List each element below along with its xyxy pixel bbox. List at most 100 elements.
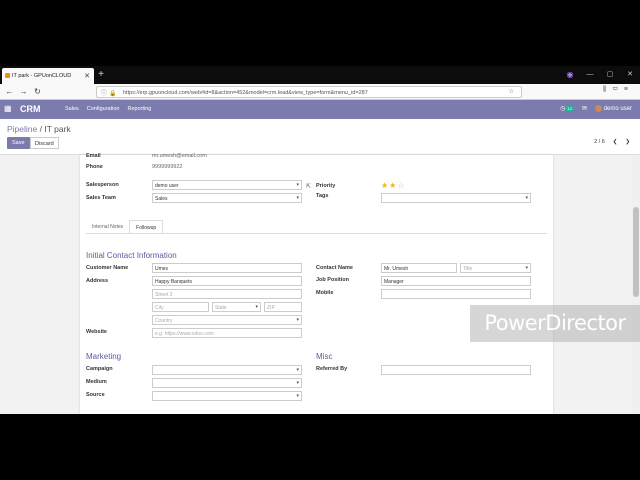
user-menu[interactable]: demo user xyxy=(594,105,632,113)
tab-followup[interactable]: Followup xyxy=(129,220,164,234)
bookmark-star-icon[interactable]: ☆ xyxy=(509,88,517,95)
city-input[interactable]: City xyxy=(152,302,209,312)
sales-team-label: Sales Team xyxy=(86,195,116,201)
new-tab-icon[interactable]: + xyxy=(96,69,106,81)
forward-icon[interactable]: → xyxy=(18,86,29,97)
browser-menu-icons[interactable]: ⫼▭≡ xyxy=(603,86,634,94)
browser-navbar: ← → ↻ ⓘ🔒 https://erp.gpuoncloud.com/web#… xyxy=(0,84,640,100)
chevron-down-icon: ▾ xyxy=(296,182,299,188)
reload-icon[interactable]: ↻ xyxy=(32,86,43,97)
window-controls: ◉ — ▢ ✕ xyxy=(560,66,640,84)
campaign-label: Campaign xyxy=(86,366,113,372)
chevron-down-icon: ▾ xyxy=(296,380,299,386)
email-value[interactable]: mr.umesh@email.com xyxy=(152,153,207,159)
app-brand[interactable]: CRM xyxy=(20,104,41,114)
powerdirector-watermark: PowerDirector xyxy=(470,305,640,342)
country-select[interactable]: Country ▾ xyxy=(152,315,302,325)
back-icon[interactable]: ← xyxy=(4,86,15,97)
salesperson-field[interactable]: demo user ▾ xyxy=(152,180,302,190)
country-placeholder: Country xyxy=(155,318,173,324)
source-select[interactable]: ▾ xyxy=(152,391,302,401)
salesperson-value: demo user xyxy=(155,183,179,189)
address-label: Address xyxy=(86,278,109,284)
campaign-select[interactable]: ▾ xyxy=(152,365,302,375)
apps-grid-icon[interactable]: ▦ xyxy=(4,104,12,113)
form-area: Email mr.umesh@email.com Phone 999999992… xyxy=(0,153,640,414)
sales-team-field[interactable]: Sales ▾ xyxy=(152,193,302,203)
page-scrollbar[interactable] xyxy=(632,155,640,414)
chat-icon[interactable]: ✉ xyxy=(582,105,587,112)
lock-icon: ⓘ🔒 xyxy=(101,91,119,97)
prev-icon[interactable]: ❮ xyxy=(613,139,618,145)
browser-tabbar: IT park - GPUonCLOUD ✕ + ◉ — ▢ ✕ xyxy=(0,66,640,84)
next-icon[interactable]: ❯ xyxy=(625,139,630,145)
salesperson-label: Salesperson xyxy=(86,182,119,188)
star-icon[interactable]: ★ xyxy=(381,181,389,190)
external-link-icon[interactable]: ⇱ xyxy=(306,183,311,190)
tags-field[interactable]: ▾ xyxy=(381,193,531,203)
chat-badge: 12 xyxy=(565,106,574,112)
medium-select[interactable]: ▾ xyxy=(152,378,302,388)
topbar-right: ◷ 12 ✉ demo user xyxy=(560,105,632,112)
street2-input[interactable]: Street 2 xyxy=(152,289,302,299)
breadcrumb-current: IT park xyxy=(44,124,71,134)
website-input[interactable]: e.g. https://www.odoo.com xyxy=(152,328,302,338)
job-position-input[interactable]: Manager xyxy=(381,276,531,286)
phone-value[interactable]: 9999999922 xyxy=(152,164,183,170)
activity-icon[interactable]: ◷ 12 xyxy=(560,105,574,112)
priority-stars[interactable]: ★★☆ xyxy=(381,181,406,190)
email-label: Email xyxy=(86,153,101,159)
medium-label: Medium xyxy=(86,379,107,385)
private-browsing-icon: ◉ xyxy=(566,70,574,79)
zip-input[interactable]: ZIP xyxy=(264,302,302,312)
mobile-input[interactable] xyxy=(381,289,531,299)
menu-configuration[interactable]: Configuration xyxy=(87,106,120,112)
state-select[interactable]: State ▾ xyxy=(212,302,261,312)
contact-name-label: Contact Name xyxy=(316,265,353,271)
user-name: demo user xyxy=(603,106,632,113)
customer-name-input[interactable]: Umes xyxy=(152,263,302,273)
breadcrumb-separator: / xyxy=(39,124,42,134)
minimize-icon[interactable]: — xyxy=(580,66,600,84)
street-input[interactable]: Happy Banquets xyxy=(152,276,302,286)
phone-label: Phone xyxy=(86,164,103,170)
star-empty-icon[interactable]: ☆ xyxy=(397,181,405,190)
chevron-down-icon: ▾ xyxy=(296,195,299,201)
chevron-down-icon: ▾ xyxy=(525,265,528,271)
close-tab-icon[interactable]: ✕ xyxy=(84,72,90,80)
screen: IT park - GPUonCLOUD ✕ + ◉ — ▢ ✕ ← → ↻ ⓘ… xyxy=(0,66,640,414)
contact-name-input[interactable]: Mr. Umesh xyxy=(381,263,457,273)
discard-button[interactable]: Discard xyxy=(30,137,59,149)
form-sheet: Email mr.umesh@email.com Phone 999999992… xyxy=(80,153,553,414)
save-button[interactable]: Save xyxy=(7,137,30,149)
menu-reporting[interactable]: Reporting xyxy=(127,106,151,112)
chevron-down-icon: ▾ xyxy=(255,304,258,310)
tab-internal-notes[interactable]: Internal Notes xyxy=(86,220,129,234)
control-panel: Pipeline / IT park Save Discard 2 / 6 ❮ … xyxy=(0,119,640,155)
referred-by-input[interactable] xyxy=(381,365,531,375)
url-bar[interactable]: ⓘ🔒 https://erp.gpuoncloud.com/web#id=8&a… xyxy=(96,86,522,98)
favicon-icon xyxy=(5,73,10,78)
chevron-down-icon: ▾ xyxy=(296,317,299,323)
state-placeholder: State xyxy=(215,305,227,311)
chevron-down-icon: ▾ xyxy=(525,195,528,201)
pager-value[interactable]: 2 / 6 xyxy=(594,139,605,145)
website-label: Website xyxy=(86,329,107,335)
job-position-label: Job Position xyxy=(316,277,349,283)
menu-sales[interactable]: Sales xyxy=(65,106,79,112)
breadcrumb-pipeline[interactable]: Pipeline xyxy=(7,124,37,134)
maximize-icon[interactable]: ▢ xyxy=(600,66,620,84)
section-marketing-title: Marketing xyxy=(86,352,122,361)
app-menu: Sales Configuration Reporting xyxy=(65,106,151,112)
browser-tab[interactable]: IT park - GPUonCLOUD ✕ xyxy=(2,68,94,84)
scrollbar-thumb[interactable] xyxy=(633,207,639,297)
section-contact-title: Initial Contact Information xyxy=(86,251,177,260)
avatar xyxy=(594,105,602,112)
title-select[interactable]: Title ▾ xyxy=(460,263,531,273)
close-window-icon[interactable]: ✕ xyxy=(620,66,640,84)
title-placeholder: Title xyxy=(463,266,473,272)
tab-title: IT park - GPUonCLOUD xyxy=(12,73,72,79)
tags-label: Tags xyxy=(316,193,329,199)
referred-by-label: Referred By xyxy=(316,366,348,372)
app-topbar: ▦ CRM Sales Configuration Reporting ◷ 12 … xyxy=(0,100,640,119)
